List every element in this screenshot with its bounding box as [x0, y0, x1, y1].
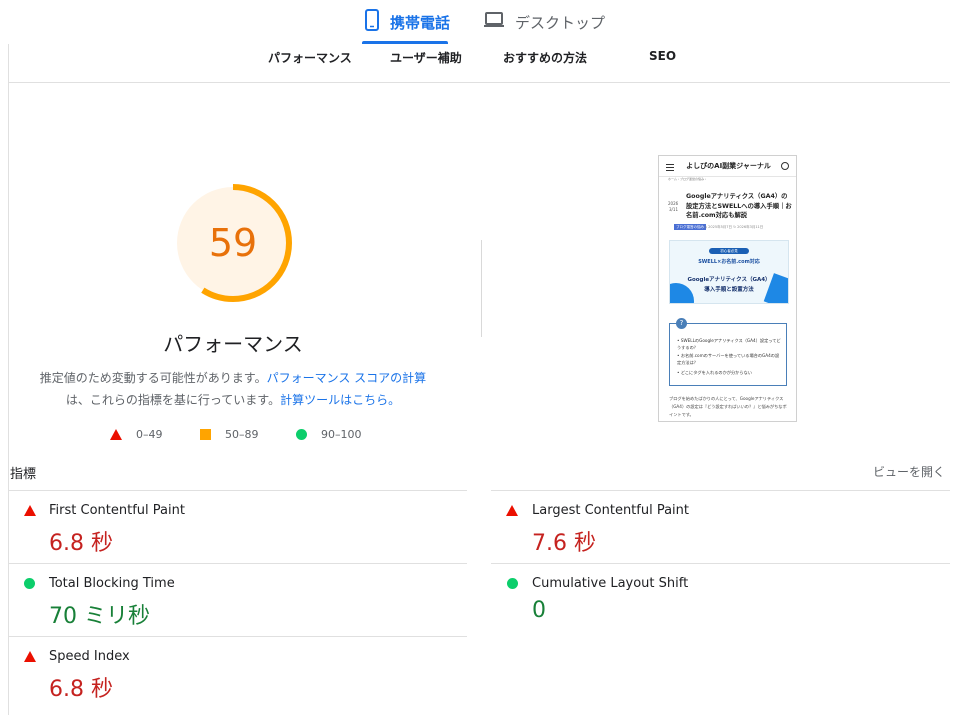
score-value: 59: [208, 221, 258, 265]
faq-item: • SWELLのGoogleアナリティクス（GA4）設定ってどうするの？: [677, 338, 781, 350]
tab-mobile-label: 携帯電話: [390, 13, 451, 32]
tab-best-practices[interactable]: おすすめの方法: [503, 49, 587, 66]
section-divider: [481, 240, 482, 337]
thumb-date-year: 2026: [668, 201, 679, 206]
thumb-date-day: 3/11: [669, 207, 678, 212]
green-circle-icon: [296, 429, 307, 440]
tab-seo[interactable]: SEO: [649, 49, 676, 63]
metric-tbt-value: 70 ミリ秒: [49, 604, 150, 629]
tab-mobile[interactable]: 携帯電話: [364, 0, 450, 44]
thumb-banner: 初心者必見 SWELL×お名前.com対応 Googleアナリティクス（GA4）…: [669, 240, 789, 304]
smartphone-icon: [364, 9, 380, 35]
faq-item-text: どこにタグを入れるのかが分からない: [680, 370, 752, 375]
metric-tbt-title: Total Blocking Time: [49, 576, 175, 591]
metric-divider: [8, 563, 467, 564]
tab-performance[interactable]: パフォーマンス: [268, 49, 352, 66]
green-circle-icon: [507, 578, 518, 589]
thumb-body-text: ブログを始めたばかりの人にとって、Googleアナリティクス（GA4）の設定は『…: [669, 396, 787, 417]
expand-view-toggle[interactable]: ビューを開く: [873, 463, 945, 480]
thumb-article-title: Googleアナリティクス（GA4）の設定方法とSWELLへの導入手順｜お名前.…: [686, 193, 792, 219]
red-triangle-icon: [24, 505, 36, 516]
score-description: 推定値のため変動する可能性があります。パフォーマンス スコアの計算は、これらの指…: [30, 367, 436, 411]
metric-fcp-value: 6.8 秒: [49, 531, 113, 556]
metric-fcp-title: First Contentful Paint: [49, 503, 185, 518]
legend-average: 50–89: [200, 428, 259, 441]
legend-good: 90–100: [296, 428, 362, 441]
faq-item: • お名前.comのサーバーを使っている場合のGA4の設定方法は？: [677, 353, 780, 365]
question-icon: ?: [676, 318, 687, 329]
thumb-breadcrumb: ホーム › ブログ運営の悩み ›: [668, 177, 707, 181]
tab-desktop-label: デスクトップ: [515, 13, 606, 32]
calculator-link[interactable]: 計算ツールはこちら。: [280, 393, 400, 407]
faq-item-text: お名前.comのサーバーを使っている場合のGA4の設定方法は？: [677, 353, 780, 365]
orange-square-icon: [200, 429, 211, 440]
score-calc-link[interactable]: パフォーマンス スコアの計算: [267, 371, 427, 385]
metric-si-value: 6.8 秒: [49, 677, 113, 702]
faq-item: • どこにタグを入れるのかが分からない: [677, 370, 752, 375]
banner-title-1: Googleアナリティクス（GA4）: [687, 277, 771, 283]
faq-item-text: SWELLのGoogleアナリティクス（GA4）設定ってどうするの？: [677, 338, 781, 350]
description-text-1: 推定値のため変動する可能性があります。: [39, 371, 267, 385]
red-triangle-icon: [506, 505, 518, 516]
metric-cls-value: 0: [532, 598, 546, 623]
tab-accessibility[interactable]: ユーザー補助: [390, 49, 462, 66]
page-screenshot-thumbnail: よしぴのAI副業ジャーナル ホーム › ブログ運営の悩み › 2026 3/11…: [658, 155, 797, 422]
thumb-faq-box: ? • SWELLのGoogleアナリティクス（GA4）設定ってどうするの？ •…: [669, 318, 787, 386]
red-triangle-icon: [110, 429, 122, 440]
metric-divider: [8, 490, 467, 491]
metric-divider: [491, 563, 950, 564]
metric-lcp-value: 7.6 秒: [532, 531, 596, 556]
laptop-icon: [483, 11, 505, 33]
left-border: [8, 44, 9, 715]
legend-poor: 0–49: [110, 428, 163, 441]
metric-lcp-title: Largest Contentful Paint: [532, 503, 690, 518]
metric-divider: [8, 636, 467, 637]
red-triangle-icon: [24, 651, 36, 662]
thumb-site-title: よしぴのAI副業ジャーナル: [686, 162, 771, 170]
tab-desktop[interactable]: デスクトップ: [483, 0, 605, 44]
active-tab-indicator: [362, 41, 448, 44]
banner-highlight: SWELL×お名前.com対応: [698, 259, 760, 265]
banner-pill: 初心者必見: [709, 248, 749, 254]
metric-cls-title: Cumulative Layout Shift: [532, 576, 689, 591]
search-icon: [781, 162, 789, 170]
description-text-2: は、これらの指標を基に行っています。: [65, 393, 281, 407]
metric-si-title: Speed Index: [49, 649, 130, 664]
legend-good-label: 90–100: [321, 428, 362, 441]
thumb-meta: ◷ 2025年5月7日 ↻ 2026年3月11日: [704, 225, 764, 229]
metric-divider: [491, 490, 950, 491]
metrics-heading: 指標: [10, 467, 37, 482]
legend-average-label: 50–89: [225, 428, 259, 441]
score-title: パフォーマンス: [163, 332, 303, 356]
green-circle-icon: [24, 578, 35, 589]
thumb-category-badge: ブログ運営の悩み: [674, 224, 706, 230]
legend-poor-label: 0–49: [136, 428, 163, 441]
tabs-divider: [8, 82, 950, 83]
banner-title-2: 導入手順と設置方法: [704, 287, 754, 293]
